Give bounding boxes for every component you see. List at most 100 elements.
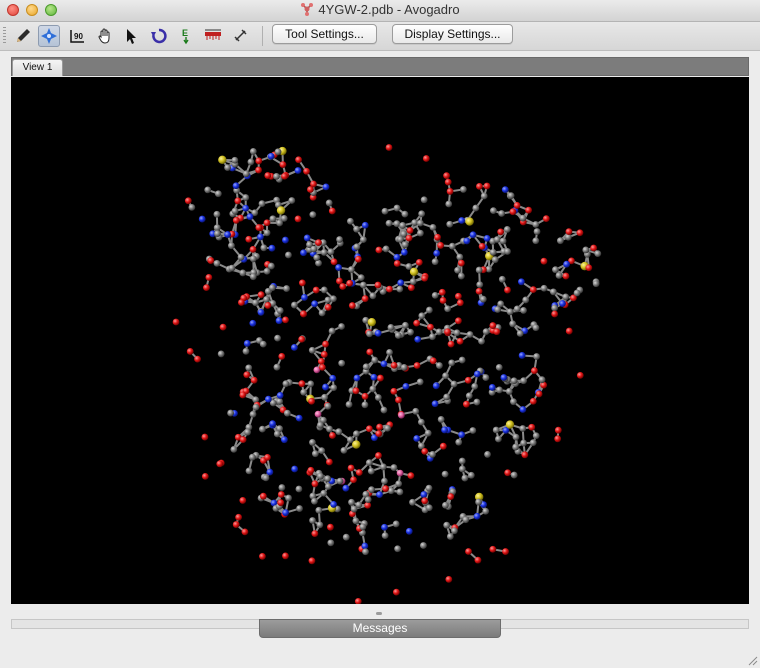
carbon-atom [454, 266, 461, 274]
carbon-atom [436, 362, 443, 369]
tool-settings-button[interactable]: Tool Settings... [272, 24, 377, 44]
oxygen-atom [239, 436, 247, 444]
splitter-handle[interactable] [376, 612, 382, 615]
toolbar-separator [262, 26, 263, 46]
carbon-atom [267, 262, 275, 270]
carbon-atom [307, 380, 315, 388]
oxygen-atom [330, 258, 338, 266]
carbon-atom [506, 308, 514, 316]
carbon-atom [562, 293, 570, 301]
messages-toggle-button[interactable]: Messages [259, 619, 501, 638]
oxygen-atom [504, 286, 511, 294]
display-settings-button[interactable]: Display Settings... [392, 24, 513, 44]
carbon-atom [309, 211, 317, 219]
carbon-atom [387, 324, 395, 331]
carbon-atom [231, 207, 239, 215]
nitrogen-atom [473, 370, 481, 378]
carbon-atom [259, 340, 267, 348]
carbon-atom [520, 307, 527, 314]
carbon-atom [513, 305, 521, 313]
nitrogen-atom [376, 491, 383, 498]
other-atom [314, 410, 322, 418]
molecule-viewport[interactable] [11, 77, 749, 604]
nitrogen-atom [353, 374, 361, 382]
carbon-atom [326, 425, 333, 433]
measure-tool-button[interactable] [202, 25, 224, 47]
bond-centric-tool-button[interactable]: 90 [66, 25, 88, 47]
manipulate-tool-button[interactable] [94, 25, 116, 47]
carbon-atom [249, 453, 256, 461]
tab-view-1[interactable]: View 1 [12, 59, 63, 76]
oxygen-atom [525, 206, 532, 214]
oxygen-atom [257, 291, 265, 299]
molecule-render [172, 144, 602, 604]
oxygen-atom [366, 348, 374, 356]
oxygen-atom [562, 272, 570, 280]
nitrogen-atom [257, 233, 264, 241]
carbon-atom [495, 435, 502, 443]
carbon-atom [533, 353, 541, 360]
oxygen-atom [502, 548, 509, 555]
carbon-atom [263, 229, 271, 237]
draw-tool-button[interactable] [12, 25, 34, 47]
carbon-atom [214, 190, 222, 198]
oxygen-atom [445, 575, 453, 583]
carbon-atom [311, 497, 318, 505]
carbon-atom [395, 480, 403, 488]
navigate-tool-button[interactable] [38, 25, 60, 47]
nitrogen-atom [246, 213, 254, 221]
carbon-atom [469, 427, 477, 434]
carbon-atom [295, 485, 303, 493]
toolbar-grip[interactable] [3, 27, 6, 45]
carbon-atom [242, 170, 250, 178]
nitrogen-atom [501, 186, 509, 193]
nitrogen-atom [266, 468, 274, 476]
carbon-atom [425, 306, 433, 314]
carbon-atom [352, 517, 360, 525]
carbon-atom [268, 284, 276, 292]
select-tool-button[interactable] [120, 25, 142, 47]
oxygen-atom [462, 400, 470, 408]
carbon-atom [188, 204, 196, 211]
oxygen-atom [565, 327, 573, 335]
carbon-atom [549, 288, 557, 296]
carbon-atom [285, 251, 292, 259]
carbon-atom [260, 244, 268, 252]
carbon-atom [431, 291, 439, 299]
auto-rotate-tool-button[interactable] [148, 25, 170, 47]
nitrogen-atom [322, 183, 330, 191]
carbon-atom [482, 374, 490, 381]
oxygen-atom [413, 362, 421, 369]
carbon-atom [324, 402, 332, 410]
carbon-atom [327, 539, 335, 547]
carbon-atom [316, 421, 324, 429]
oxygen-atom [386, 285, 393, 293]
oxygen-atom [318, 363, 326, 371]
oxygen-atom [172, 318, 180, 326]
carbon-atom [401, 241, 409, 249]
align-tool-button[interactable] [230, 25, 252, 47]
oxygen-atom [421, 447, 429, 455]
sulfur-atom [218, 155, 227, 165]
oxygen-atom [243, 371, 251, 379]
oxygen-atom [263, 219, 271, 227]
carbon-atom [443, 521, 451, 529]
carbon-atom [353, 225, 360, 233]
carbon-atom [459, 186, 467, 193]
carbon-atom [510, 471, 518, 479]
oxygen-atom [542, 215, 550, 223]
carbon-atom [369, 385, 377, 393]
nitrogen-atom [335, 264, 342, 271]
carbon-atom [262, 474, 270, 482]
auto-optimize-tool-button[interactable]: E [175, 25, 197, 47]
carbon-atom [258, 200, 266, 208]
carbon-atom [345, 401, 353, 408]
carbon-atom [455, 438, 463, 446]
oxygen-atom [322, 340, 329, 348]
carbon-atom [409, 498, 416, 506]
oxygen-atom [259, 492, 267, 500]
window-resize-grip[interactable] [746, 654, 758, 666]
carbon-atom [441, 470, 449, 478]
carbon-atom [520, 439, 528, 447]
carbon-atom [263, 295, 270, 303]
